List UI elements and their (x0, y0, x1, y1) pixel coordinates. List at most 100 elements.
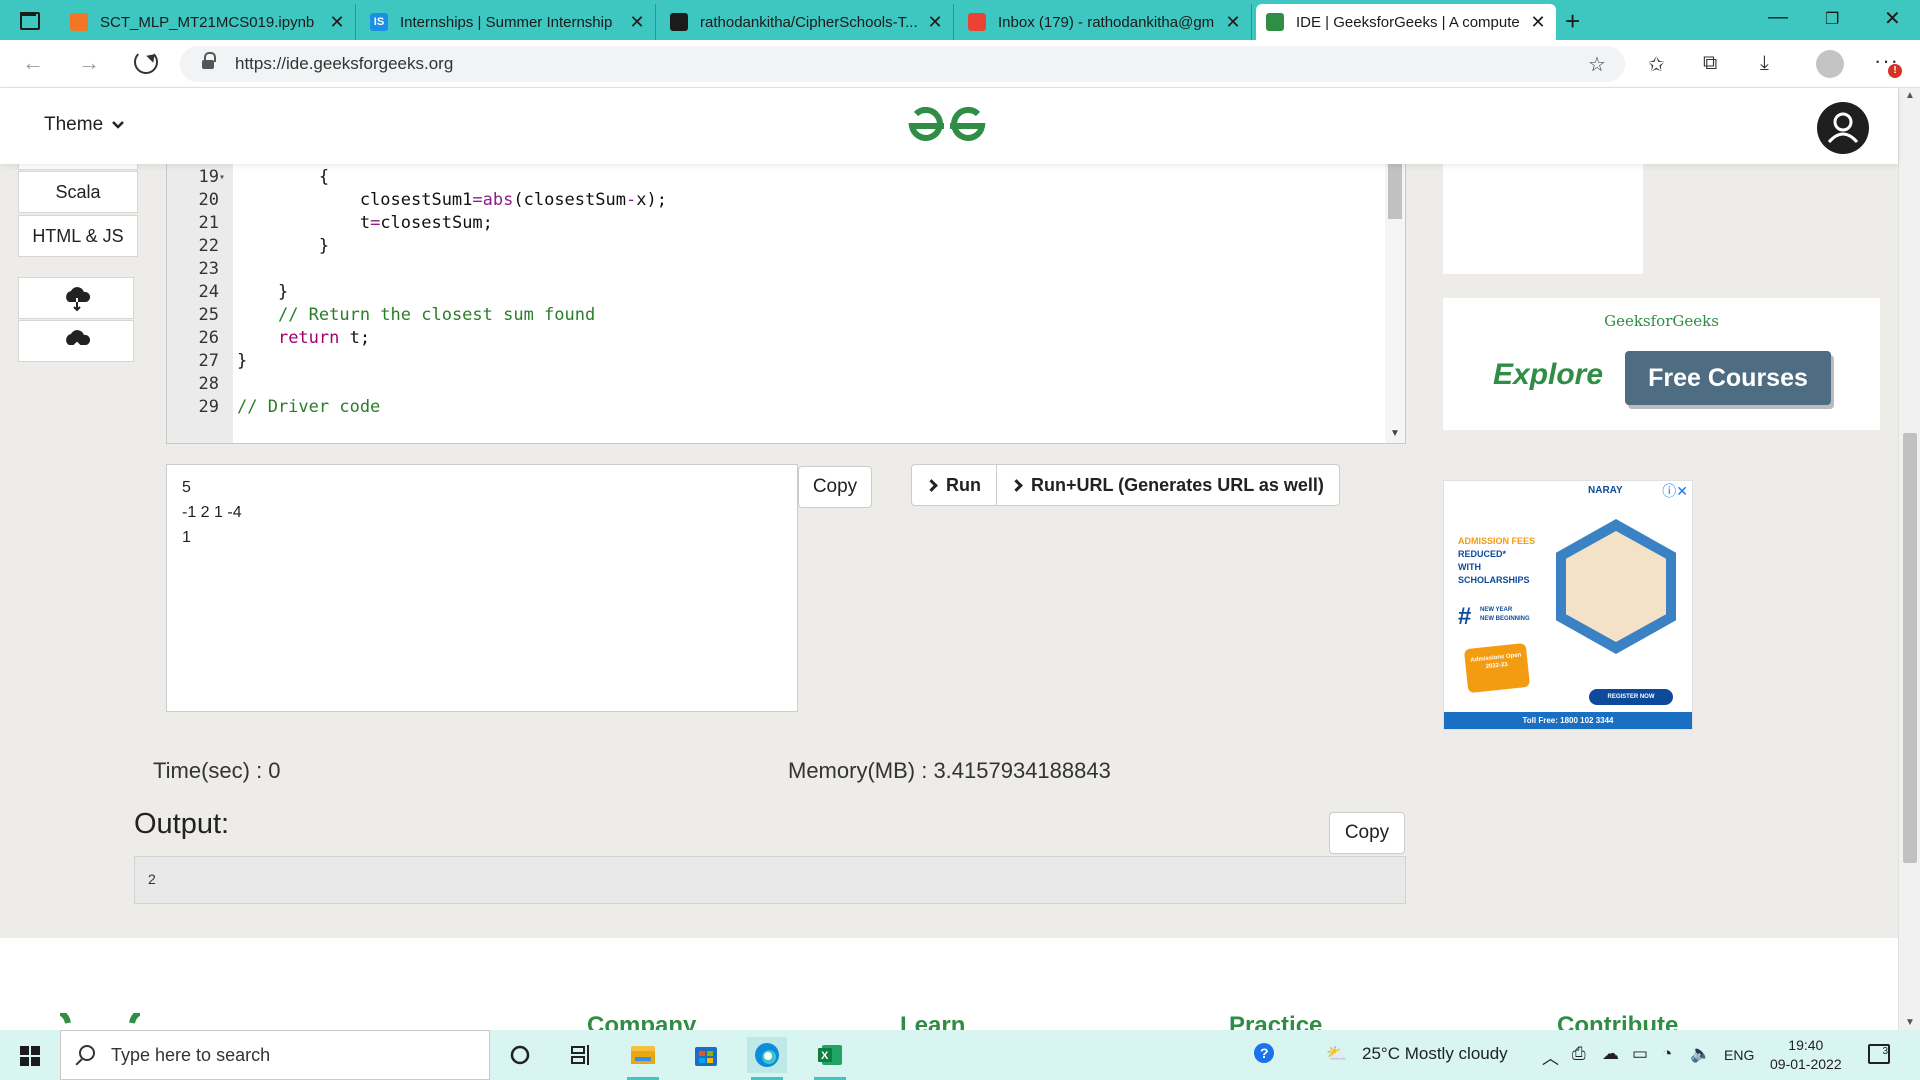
tray-overflow-icon[interactable]: ︿ (1542, 1044, 1559, 1069)
collections-icon[interactable]: ⧉ (1703, 52, 1717, 75)
language-button-scala[interactable]: Scala (18, 171, 138, 213)
copy-input-button[interactable]: Copy (798, 466, 872, 508)
page-scrollbar[interactable]: ▲ ▼ (1898, 88, 1920, 1030)
file-explorer-icon[interactable] (623, 1037, 663, 1080)
code-line[interactable]: 24 } (167, 281, 1387, 304)
code-line[interactable]: 26 return t; (167, 327, 1387, 350)
address-bar: ← → https://ide.geeksforgeeks.org ☆ ✩ ⧉ … (0, 40, 1920, 88)
code-line[interactable]: 27} (167, 350, 1387, 373)
run-button[interactable]: Run (912, 465, 996, 505)
language-indicator[interactable]: ENG (1724, 1047, 1754, 1063)
minimize-button[interactable]: — (1768, 6, 1788, 29)
notification-icon[interactable]: 3 (1868, 1044, 1890, 1064)
gfg-logo[interactable] (908, 104, 986, 148)
is-icon: IS (370, 13, 388, 31)
code-line[interactable]: 29 // Driver code (167, 396, 1387, 419)
edge-browser-icon[interactable] (747, 1037, 787, 1080)
battery-icon[interactable]: ▭ (1632, 1044, 1648, 1064)
time-stat: Time(sec) : 0 (153, 758, 281, 783)
fold-arrow-icon[interactable]: ▾ (219, 166, 231, 189)
favorites-icon[interactable]: ✩ (1648, 52, 1665, 77)
tab-title: SCT_MLP_MT21MCS019.ipynb - C (100, 13, 319, 31)
code-line[interactable]: 28 (167, 373, 1387, 396)
restore-button[interactable]: ❐ (1825, 9, 1839, 29)
editor-scroll-thumb[interactable] (1388, 161, 1402, 219)
editor-scrollbar[interactable]: ▼ (1385, 141, 1405, 443)
user-account-icon[interactable] (1817, 102, 1869, 154)
taskbar-clock[interactable]: 19:40 09-01-2022 (1770, 1036, 1842, 1074)
code-editor[interactable]: 18 if(abs(closestSum-x)<=closestSum1)19▾… (166, 140, 1406, 444)
meet-now-icon[interactable]: ⎙ (1572, 1044, 1586, 1064)
close-tab-icon[interactable]: ✕ (329, 12, 345, 33)
browser-tab[interactable]: IS Internships | Summer Internship ✕ (360, 4, 656, 40)
help-icon[interactable]: ? (1252, 1041, 1276, 1070)
school-admission-ad[interactable]: NARAY ⓘ✕ ADMISSION FEES REDUCED* WITH SC… (1443, 480, 1693, 730)
browser-tab[interactable]: IDE | GeeksforGeeks | A compute ✕ (1256, 4, 1556, 40)
ad-close-icon[interactable]: ⓘ✕ (1662, 481, 1688, 501)
windows-taskbar: Type here to search X ? ⛅ 25°C Mostly cl… (0, 1030, 1920, 1080)
browser-profile-avatar[interactable] (1816, 50, 1844, 78)
browser-tab[interactable]: rathodankitha/CipherSchools-T... ✕ (660, 4, 954, 40)
reload-icon[interactable] (134, 50, 158, 74)
stdin-textarea[interactable]: 5 -1 2 1 -4 1 (166, 464, 798, 712)
close-tab-icon[interactable]: ✕ (629, 12, 645, 33)
lock-icon[interactable] (202, 52, 216, 70)
back-button[interactable]: ← (22, 50, 44, 76)
code-line[interactable]: 21 t=closestSum; (167, 212, 1387, 235)
code-line[interactable]: 23 (167, 258, 1387, 281)
url-field[interactable]: https://ide.geeksforgeeks.org (180, 46, 1625, 82)
copy-output-button[interactable]: Copy (1329, 812, 1405, 854)
wifi-icon[interactable]: ◔ (1662, 1044, 1672, 1064)
close-tab-icon[interactable]: ✕ (1225, 12, 1241, 33)
excel-icon[interactable]: X (810, 1037, 850, 1080)
ad-fees-text: ADMISSION FEES REDUCED* WITH SCHOLARSHIP… (1458, 535, 1568, 587)
cortana-icon[interactable] (500, 1037, 540, 1073)
ad-scholarships-line: SCHOLARSHIPS (1458, 575, 1530, 585)
onedrive-icon[interactable]: ☁ (1602, 1044, 1619, 1064)
close-window-button[interactable]: ✕ (1884, 6, 1901, 31)
code-text: } (237, 282, 289, 302)
ad-hashtag-text: NEW YEAR NEW BEGINNING (1480, 606, 1530, 624)
ad-brand: GeeksforGeeks (1604, 312, 1719, 330)
cloud-download-button[interactable] (18, 277, 134, 319)
gfg-courses-ad[interactable]: GeeksforGeeks Explore Free Courses (1443, 298, 1880, 430)
weather-text[interactable]: 25°C Mostly cloudy (1362, 1044, 1508, 1064)
windows-start-icon[interactable] (20, 1046, 40, 1066)
code-line[interactable]: 19 ▾ { (167, 166, 1387, 189)
browser-tab[interactable]: Inbox (179) - rathodankitha@gm ✕ (958, 4, 1252, 40)
forward-button[interactable]: → (78, 50, 100, 76)
browser-tab[interactable]: SCT_MLP_MT21MCS019.ipynb - C ✕ (60, 4, 356, 40)
tab-actions-icon[interactable] (14, 9, 44, 31)
close-tab-icon[interactable]: ✕ (1530, 12, 1546, 33)
close-tab-icon[interactable]: ✕ (927, 12, 943, 33)
tab-title: Inbox (179) - rathodankitha@gm (998, 13, 1215, 31)
code-line[interactable]: 25 // Return the closest sum found (167, 304, 1387, 327)
language-button-html-js[interactable]: HTML & JS (18, 215, 138, 257)
weather-icon[interactable]: ⛅ (1326, 1044, 1347, 1064)
chevron-down-icon (112, 121, 125, 129)
clock-time: 19:40 (1788, 1037, 1824, 1053)
downloads-icon[interactable]: ⤓ (1760, 52, 1769, 75)
scroll-down-icon[interactable]: ▼ (1905, 1017, 1915, 1028)
clock-date: 09-01-2022 (1770, 1056, 1842, 1072)
new-tab-button[interactable]: + (1565, 6, 1580, 37)
scroll-down-arrow-icon[interactable]: ▼ (1390, 428, 1400, 439)
page-scroll-thumb[interactable] (1903, 433, 1917, 863)
code-line[interactable]: 20 closestSum1=abs(closestSum-x); (167, 189, 1387, 212)
run-url-button[interactable]: Run+URL (Generates URL as well) (996, 465, 1339, 505)
scroll-up-icon[interactable]: ▲ (1905, 90, 1915, 101)
register-now-button[interactable]: REGISTER NOW (1589, 689, 1673, 705)
url-text[interactable]: https://ide.geeksforgeeks.org (235, 54, 453, 74)
volume-icon[interactable]: 🔈 (1690, 1044, 1711, 1064)
theme-dropdown[interactable]: Theme (44, 114, 125, 136)
line-number: 19 (198, 167, 219, 187)
add-favorite-icon[interactable]: ☆ (1588, 52, 1606, 77)
cloud-upload-button[interactable] (18, 320, 134, 362)
ad-hashtag-line2: NEW BEGINNING (1480, 616, 1530, 622)
store-icon[interactable] (686, 1037, 726, 1073)
gfg-icon (1266, 13, 1284, 31)
task-view-icon[interactable] (560, 1037, 600, 1073)
free-courses-button[interactable]: Free Courses (1625, 351, 1831, 405)
code-line[interactable]: 22 } (167, 235, 1387, 258)
taskbar-search[interactable]: Type here to search (60, 1030, 490, 1080)
